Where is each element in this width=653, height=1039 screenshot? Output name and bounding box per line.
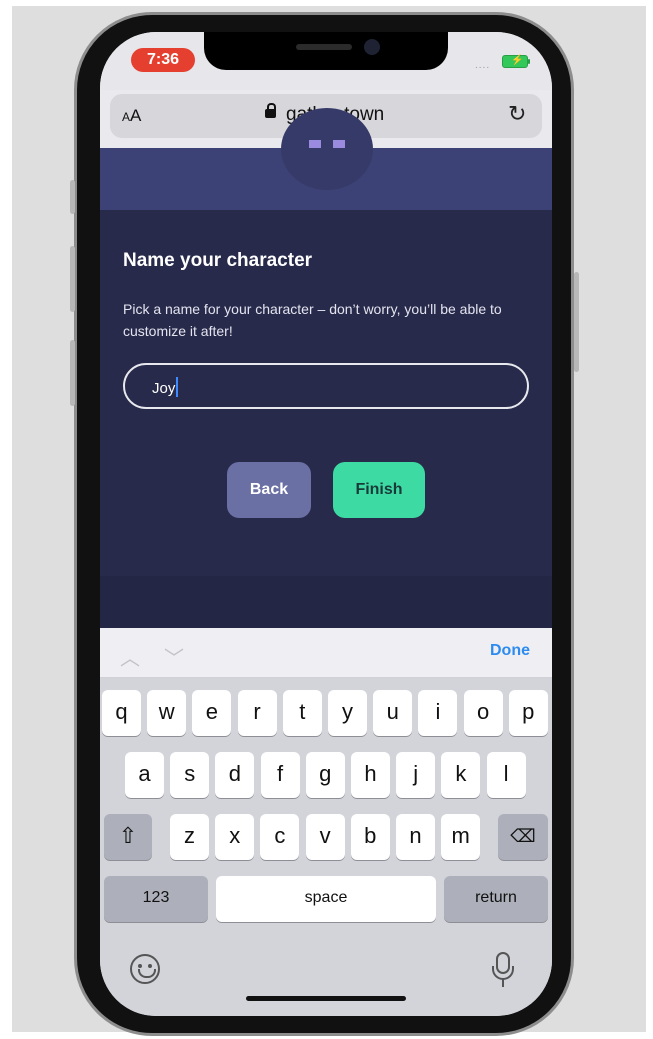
key-l[interactable]: l	[486, 752, 526, 798]
key-w[interactable]: w	[147, 690, 187, 736]
numbers-key[interactable]: 123	[104, 876, 208, 922]
key-y[interactable]: y	[328, 690, 367, 736]
key-j[interactable]: j	[396, 752, 436, 798]
space-key[interactable]: space	[216, 876, 436, 922]
microphone-stand	[492, 966, 514, 980]
key-o[interactable]: o	[463, 690, 503, 736]
next-field-button[interactable]: ﹀	[164, 642, 184, 671]
key-t[interactable]: t	[282, 690, 322, 736]
key-c[interactable]: c	[260, 814, 300, 860]
side-button	[70, 246, 75, 312]
status-time: 7:36	[131, 48, 195, 72]
phone-screen: 7:36 .... ⚡ AA gather.town ↻ Name your c…	[100, 32, 552, 1016]
battery-charging-icon: ⚡	[502, 55, 528, 68]
key-d[interactable]: d	[215, 752, 255, 798]
key-b[interactable]: b	[350, 814, 390, 860]
text-size-button[interactable]: AA	[122, 106, 141, 126]
avatar-eye	[309, 140, 321, 148]
notch	[204, 32, 448, 70]
key-k[interactable]: k	[441, 752, 481, 798]
side-button	[70, 180, 75, 214]
key-z[interactable]: z	[170, 814, 209, 860]
character-name-input[interactable]: Joy	[123, 363, 529, 409]
name-input-value: Joy	[152, 377, 179, 397]
key-r[interactable]: r	[237, 690, 277, 736]
key-x[interactable]: x	[215, 814, 255, 860]
finish-button[interactable]: Finish	[333, 462, 425, 518]
emoji-icon[interactable]	[130, 954, 160, 984]
return-key[interactable]: return	[444, 876, 548, 922]
shift-key[interactable]: ⇧	[104, 814, 152, 860]
key-s[interactable]: s	[170, 752, 210, 798]
key-h[interactable]: h	[351, 752, 390, 798]
key-q[interactable]: q	[102, 690, 141, 736]
text-size-large-label: A	[130, 106, 142, 125]
page-footer-strip	[100, 576, 552, 628]
home-indicator[interactable]	[246, 996, 406, 1001]
microphone-leg	[502, 979, 504, 987]
key-a[interactable]: a	[125, 752, 164, 798]
name-input-text: Joy	[152, 380, 176, 397]
page-title: Name your character	[123, 250, 313, 271]
status-bar: 7:36 .... ⚡	[100, 32, 552, 90]
signal-icon: ....	[475, 60, 491, 71]
key-u[interactable]: u	[373, 690, 413, 736]
avatar	[281, 108, 373, 190]
text-cursor	[176, 377, 179, 397]
front-camera	[364, 39, 380, 55]
back-button[interactable]: Back	[227, 462, 311, 518]
key-i[interactable]: i	[418, 690, 458, 736]
key-n[interactable]: n	[396, 814, 435, 860]
keyboard-toolbar: ︿ ﹀ Done	[100, 628, 552, 678]
key-e[interactable]: e	[192, 690, 232, 736]
web-page: Name your character Pick a name for your…	[100, 108, 552, 628]
speaker	[296, 44, 352, 50]
battery-nub	[528, 59, 530, 64]
lock-icon	[265, 103, 276, 118]
key-g[interactable]: g	[305, 752, 345, 798]
side-button	[70, 340, 75, 406]
page-description: Pick a name for your character – don’t w…	[123, 301, 502, 339]
reload-icon[interactable]: ↻	[508, 101, 526, 127]
key-p[interactable]: p	[508, 690, 548, 736]
delete-key[interactable]: ⌫	[498, 814, 548, 860]
text-size-small-label: A	[122, 110, 131, 124]
key-v[interactable]: v	[305, 814, 345, 860]
key-m[interactable]: m	[441, 814, 481, 860]
avatar-eye	[333, 140, 345, 148]
side-button	[574, 272, 579, 372]
done-button[interactable]: Done	[490, 642, 530, 660]
character-preview-area	[100, 108, 552, 210]
previous-field-button[interactable]: ︿	[120, 642, 140, 671]
keyboard: qwertyuiop asdfghjkl zxcvbnm ⇧ ⌫ 123 spa…	[100, 678, 552, 1016]
key-f[interactable]: f	[260, 752, 300, 798]
